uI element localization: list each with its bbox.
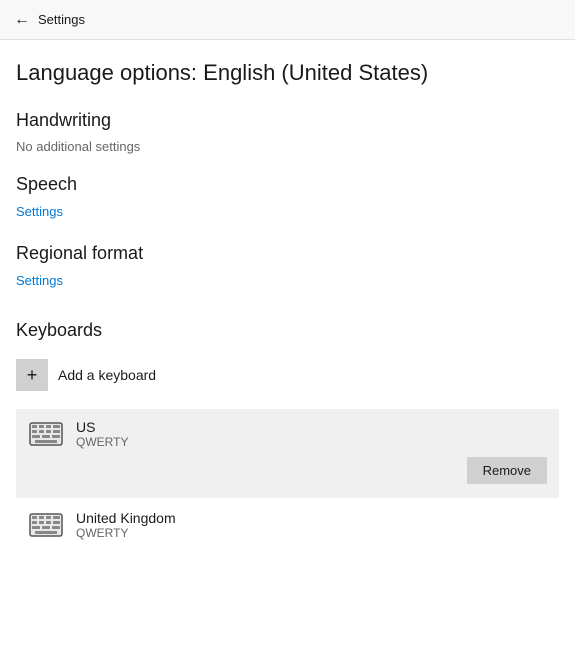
speech-settings-link[interactable]: Settings <box>16 204 63 219</box>
keyboard-icon-uk <box>28 511 64 539</box>
keyboard-name-uk: United Kingdom <box>76 510 547 526</box>
keyboards-section: Keyboards + Add a keyboard <box>16 320 559 550</box>
remove-row: Remove <box>28 449 547 488</box>
handwriting-heading: Handwriting <box>16 110 559 131</box>
regional-format-heading: Regional format <box>16 243 559 264</box>
keyboard-type-us: QWERTY <box>76 435 547 449</box>
header: ← Settings <box>0 0 575 40</box>
add-keyboard-icon-box: + <box>16 359 48 391</box>
add-keyboard-label: Add a keyboard <box>58 367 156 383</box>
add-keyboard-row[interactable]: + Add a keyboard <box>16 349 559 401</box>
handwriting-sub-text: No additional settings <box>16 139 559 154</box>
plus-icon: + <box>27 365 38 386</box>
keyboard-icon-us <box>28 420 64 448</box>
header-title: Settings <box>38 12 85 27</box>
keyboard-info-us: US QWERTY <box>76 419 547 449</box>
keyboard-name-us: US <box>76 419 547 435</box>
back-arrow-icon: ← <box>14 11 30 29</box>
keyboard-item-us-inner: US QWERTY <box>28 419 547 449</box>
keyboard-info-uk: United Kingdom QWERTY <box>76 510 547 540</box>
page-title: Language options: English (United States… <box>16 60 559 86</box>
keyboard-item-uk: United Kingdom QWERTY <box>16 500 559 550</box>
keyboard-item-us: US QWERTY Remove <box>16 409 559 498</box>
content-area: Language options: English (United States… <box>0 40 575 659</box>
keyboards-heading: Keyboards <box>16 320 559 341</box>
speech-heading: Speech <box>16 174 559 195</box>
back-button[interactable]: ← <box>12 7 38 33</box>
remove-button[interactable]: Remove <box>467 457 547 484</box>
regional-format-settings-link[interactable]: Settings <box>16 273 63 288</box>
keyboard-type-uk: QWERTY <box>76 526 547 540</box>
